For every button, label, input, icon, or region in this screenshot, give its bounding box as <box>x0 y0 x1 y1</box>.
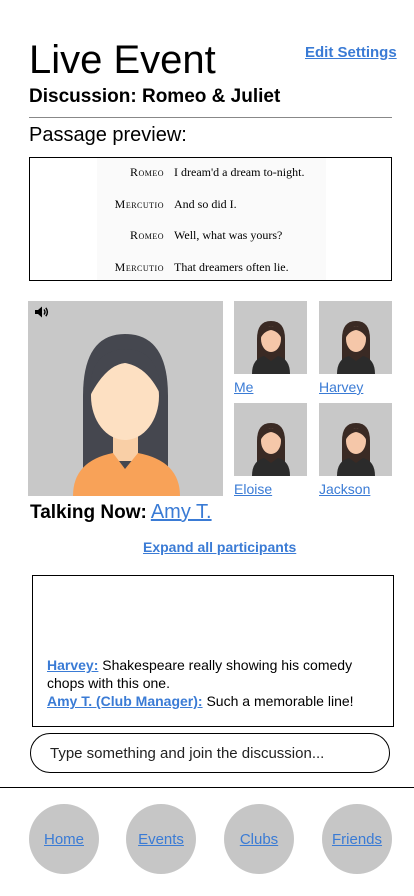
talking-now: Talking Now: Amy T. <box>30 501 212 524</box>
passage-speaker: Mercutio <box>114 197 164 211</box>
nav-home-button[interactable]: Home <box>29 804 99 874</box>
passage-line: Romeo I dream'd a dream to-night. <box>97 165 326 185</box>
nav-events-button[interactable]: Events <box>126 804 196 874</box>
page-title: Live Event <box>29 38 216 82</box>
participant-video-eloise[interactable] <box>234 403 307 476</box>
avatar <box>337 423 375 476</box>
avatar <box>252 321 290 374</box>
passage-text: Well, what was yours? <box>174 228 283 242</box>
chat-author[interactable]: Amy T. (Club Manager): <box>47 693 203 709</box>
passage-preview: Romeo I dream'd a dream to-night. Mercut… <box>29 157 392 281</box>
avatar <box>73 334 180 496</box>
talking-now-name[interactable]: Amy T. <box>151 501 212 523</box>
participant-name-eloise[interactable]: Eloise <box>234 481 272 497</box>
passage-speaker: Romeo <box>129 165 164 179</box>
participant-video-me[interactable] <box>234 301 307 374</box>
discussion-subtitle: Discussion: Romeo & Juliet <box>29 86 281 107</box>
participant-video-harvey[interactable] <box>319 301 392 374</box>
talking-now-label: Talking Now: <box>30 502 147 523</box>
chat-message: Harvey: Shakespeare really showing his c… <box>47 656 377 692</box>
passage-line: Mercutio That dreamers often lie. <box>97 260 326 280</box>
participant-name-harvey[interactable]: Harvey <box>319 379 363 395</box>
participant-name-jackson[interactable]: Jackson <box>319 481 370 497</box>
passage-speaker: Romeo <box>129 228 164 242</box>
passage-preview-label: Passage preview: <box>29 124 187 146</box>
chat-input[interactable] <box>30 733 390 773</box>
chat-message: Amy T. (Club Manager): Such a memorable … <box>47 692 377 710</box>
nav-clubs-button[interactable]: Clubs <box>224 804 294 874</box>
edit-settings-link[interactable]: Edit Settings <box>305 44 397 61</box>
avatar <box>337 321 375 374</box>
participant-video-jackson[interactable] <box>319 403 392 476</box>
header-divider <box>29 117 392 118</box>
passage-text: And so did I. <box>174 197 237 211</box>
participant-name-me[interactable]: Me <box>234 379 253 395</box>
passage-text: That dreamers often lie. <box>174 260 289 274</box>
passage-speaker: Mercutio <box>114 260 164 274</box>
chat-text: Such a memorable line! <box>202 693 354 709</box>
main-speaker-video[interactable] <box>28 301 223 496</box>
nav-friends-button[interactable]: Friends <box>322 804 392 874</box>
chat-log[interactable]: Harvey: Shakespeare really showing his c… <box>32 575 394 727</box>
avatar <box>252 423 290 476</box>
nav-divider <box>0 787 414 788</box>
expand-participants-link[interactable]: Expand all participants <box>143 539 296 555</box>
chat-author[interactable]: Harvey: <box>47 657 98 673</box>
passage-text: I dream'd a dream to-night. <box>174 165 305 179</box>
passage-line: Romeo Well, what was yours? <box>97 228 326 248</box>
passage-text-area: Romeo I dream'd a dream to-night. Mercut… <box>97 158 326 280</box>
passage-line: Mercutio And so did I. <box>97 197 326 217</box>
speaker-volume-icon[interactable] <box>34 305 50 319</box>
